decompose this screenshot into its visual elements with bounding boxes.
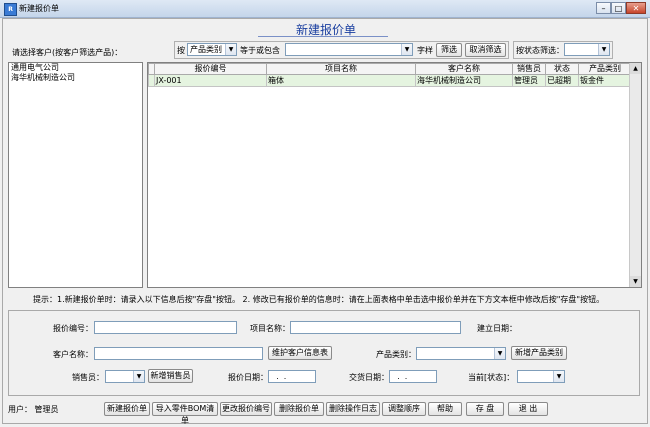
project-label: 项目名称：: [250, 324, 290, 333]
table-cell[interactable]: JX-001: [154, 74, 267, 87]
table-header: 报价编号 项目名称 客户名称 销售员 状态 产品类别: [148, 63, 632, 75]
filter-field-value: 产品类别: [190, 45, 222, 54]
quote-no-label: 报价编号：: [53, 324, 93, 333]
list-item[interactable]: 海华机械制造公司: [9, 73, 142, 83]
cancel-filter-button[interactable]: 取消筛选: [465, 43, 506, 57]
column-header[interactable]: 产品类别: [578, 63, 632, 75]
table-cell[interactable]: 管理员: [512, 74, 546, 87]
table-cell[interactable]: 海华机械制造公司: [415, 74, 513, 87]
chevron-down-icon[interactable]: ▼: [133, 371, 144, 382]
maintain-customer-button[interactable]: 维护客户信息表: [268, 346, 332, 360]
current-status-select[interactable]: ▼: [517, 370, 565, 383]
category-select[interactable]: ▼: [416, 347, 506, 360]
filter-keyword-combo[interactable]: ▼: [285, 43, 413, 56]
exit-button[interactable]: 退 出: [508, 402, 548, 416]
customer-input[interactable]: [94, 347, 263, 360]
table-cell[interactable]: 已超期: [545, 74, 579, 87]
column-header[interactable]: 报价编号: [154, 63, 267, 75]
scroll-up-icon[interactable]: ▲: [630, 63, 641, 74]
filter-button[interactable]: 筛选: [436, 43, 462, 57]
table-cell[interactable]: 钣金件: [578, 74, 632, 87]
current-status-label: 当前[状态]：: [468, 373, 515, 382]
vertical-scrollbar[interactable]: ▲ ▼: [629, 63, 641, 287]
chevron-down-icon[interactable]: ▼: [401, 44, 412, 55]
table-row[interactable]: JX-001 箱体 海华机械制造公司 管理员 已超期 钣金件: [148, 74, 632, 87]
maximize-icon[interactable]: □: [611, 2, 626, 14]
column-header[interactable]: 客户名称: [415, 63, 513, 75]
new-sales-button[interactable]: 新增销售员: [148, 369, 193, 383]
app-icon: R: [4, 3, 17, 16]
column-header[interactable]: 项目名称: [266, 63, 416, 75]
customer-list[interactable]: 通用电气公司 海华机械制造公司: [8, 62, 143, 288]
delivery-date-input[interactable]: . .: [389, 370, 437, 383]
hint-text: 提示：1.新建报价单时：请录入以下信息后按"存盘"按钮。 2. 修改已有报价单的…: [33, 295, 605, 304]
new-category-button[interactable]: 新增产品类别: [511, 346, 567, 360]
customer-label: 客户名称：: [53, 350, 93, 359]
change-quote-no-button[interactable]: 更改报价编号: [220, 402, 272, 416]
chevron-down-icon[interactable]: ▼: [494, 348, 505, 359]
quote-date-label: 报价日期：: [228, 373, 268, 382]
quote-no-input[interactable]: [94, 321, 237, 334]
category-label: 产品类别：: [376, 350, 416, 359]
chevron-down-icon[interactable]: ▼: [598, 44, 609, 55]
import-bom-button[interactable]: 导入零件BOM清单: [152, 402, 218, 425]
column-header[interactable]: 销售员: [512, 63, 546, 75]
status-filter-label: 按状态筛选：: [516, 46, 564, 55]
reorder-button[interactable]: 调整顺序: [382, 402, 426, 416]
status-filter-select[interactable]: ▼: [564, 43, 610, 56]
char-label: 字样: [417, 46, 433, 55]
new-quote-button[interactable]: 新建报价单: [104, 402, 150, 416]
quote-date-input[interactable]: . .: [268, 370, 316, 383]
save-button[interactable]: 存 盘: [466, 402, 504, 416]
column-header[interactable]: 状态: [545, 63, 579, 75]
filter-op-label: 等于或包含: [240, 46, 280, 55]
filter-field-select[interactable]: 产品类别 ▼: [187, 43, 237, 56]
project-input[interactable]: [290, 321, 461, 334]
help-button[interactable]: 帮助: [428, 402, 462, 416]
table-cell[interactable]: 箱体: [266, 74, 416, 87]
delete-log-button[interactable]: 删除操作日志: [326, 402, 380, 416]
delete-quote-button[interactable]: 删除报价单: [274, 402, 324, 416]
list-item[interactable]: 通用电气公司: [9, 63, 142, 73]
filter-by-label: 按: [177, 46, 185, 55]
delivery-date-label: 交货日期：: [349, 373, 389, 382]
sales-label: 销售员：: [72, 373, 104, 382]
user-label: 用户：: [8, 405, 32, 414]
user-value: 管理员: [34, 405, 59, 414]
customer-filter-label: 请选择客户(按客户筛选产品)：: [12, 48, 123, 57]
title-underline: [258, 36, 388, 37]
scroll-down-icon[interactable]: ▼: [630, 276, 641, 287]
quote-table[interactable]: 报价编号 项目名称 客户名称 销售员 状态 产品类别 JX-001 箱体 海华机…: [147, 62, 642, 288]
window-title: 新建报价单: [19, 4, 59, 13]
close-icon[interactable]: ✕: [626, 2, 646, 14]
chevron-down-icon[interactable]: ▼: [553, 371, 564, 382]
minimize-icon[interactable]: –: [596, 2, 611, 14]
created-date-label: 建立日期：: [477, 324, 517, 333]
chevron-down-icon[interactable]: ▼: [225, 44, 236, 55]
sales-select[interactable]: ▼: [105, 370, 145, 383]
title-bar: R 新建报价单 – □ ✕: [0, 0, 650, 18]
user-status: 用户： 管理员: [8, 404, 59, 415]
